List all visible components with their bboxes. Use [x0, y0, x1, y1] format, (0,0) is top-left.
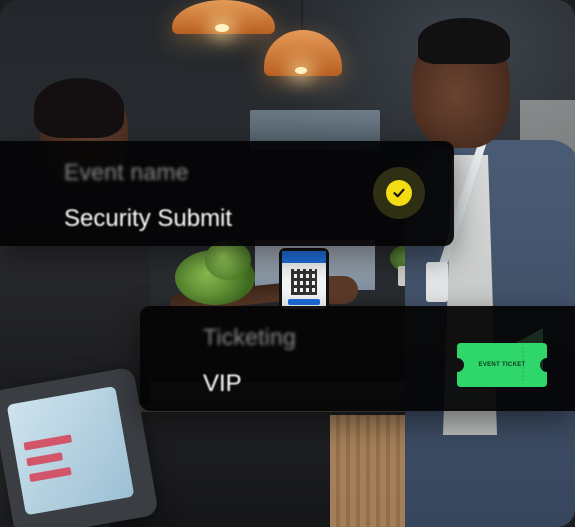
lamp-cord — [301, 0, 303, 34]
id-badge — [426, 262, 448, 302]
event-checkin-scene: Event name Security Submit Ticketing VIP… — [0, 0, 575, 527]
ticket-icon: EVENT TICKET — [457, 343, 547, 387]
phone-header — [282, 251, 326, 263]
phone-button — [288, 299, 320, 305]
lamp-bulb — [295, 67, 307, 74]
scanner-row — [23, 434, 73, 451]
ticket-scanner-tablet — [0, 366, 159, 527]
event-name-value: Security Submit — [64, 205, 233, 232]
check-circle-icon — [373, 167, 425, 219]
qr-code — [291, 269, 317, 295]
phone-with-qr-ticket — [279, 248, 329, 312]
counter-plant — [205, 240, 251, 280]
ticketing-value: VIP — [203, 370, 242, 397]
attendant-hair — [34, 78, 124, 138]
counter-wood-panel — [330, 415, 410, 527]
event-name-label: Event name — [64, 159, 189, 185]
ticket-icon-text: EVENT TICKET — [478, 362, 526, 368]
scanner-screen — [6, 385, 135, 516]
ticketing-label: Ticketing — [203, 324, 296, 350]
lamp-bulb — [215, 24, 229, 32]
scanner-row — [26, 452, 64, 467]
scanner-row — [28, 466, 72, 483]
check-badge — [386, 180, 412, 206]
guest-hair — [418, 18, 510, 64]
checkmark-icon — [393, 188, 405, 198]
